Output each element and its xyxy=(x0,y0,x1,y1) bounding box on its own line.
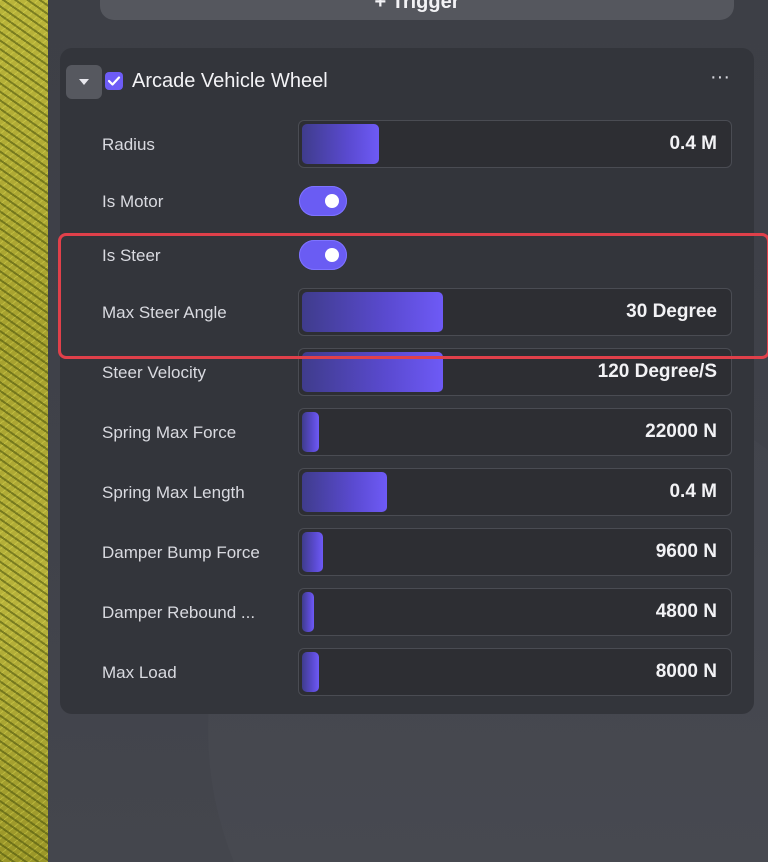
max-load-slider[interactable]: 8000 N xyxy=(298,648,732,696)
slider-value: 4800 N xyxy=(655,601,717,622)
inspector-panel: + Trigger Arcade Vehicle Wheel ··· Radiu… xyxy=(48,0,768,862)
is-motor-toggle[interactable] xyxy=(299,186,347,216)
property-label-damper-bump-force: Damper Bump Force xyxy=(102,543,260,562)
scene-viewport-grass xyxy=(0,0,48,862)
property-label-steer-velocity: Steer Velocity xyxy=(102,363,206,382)
slider-value: 0.4 M xyxy=(669,481,717,502)
slider-fill xyxy=(302,592,314,632)
radius-slider[interactable]: 0.4 M xyxy=(298,120,732,168)
add-trigger-button[interactable]: + Trigger xyxy=(100,0,734,20)
property-label-spring-max-force: Spring Max Force xyxy=(102,423,237,442)
property-label-radius: Radius xyxy=(102,135,155,154)
slider-fill xyxy=(302,412,319,452)
property-label-spring-max-length: Spring Max Length xyxy=(102,483,245,502)
slider-fill xyxy=(302,532,323,572)
more-options-icon[interactable]: ··· xyxy=(706,67,734,90)
slider-value: 9600 N xyxy=(655,541,717,562)
spring-max-length-slider[interactable]: 0.4 M xyxy=(298,468,732,516)
component-title: Arcade Vehicle Wheel xyxy=(132,70,328,92)
slider-value: 22000 N xyxy=(645,421,717,442)
slider-fill xyxy=(302,652,319,692)
checkmark-icon xyxy=(107,76,121,86)
property-label-max-load: Max Load xyxy=(102,663,177,682)
damper-bump-force-slider[interactable]: 9600 N xyxy=(298,528,732,576)
slider-value: 0.4 M xyxy=(669,133,717,154)
spring-max-force-slider[interactable]: 22000 N xyxy=(298,408,732,456)
highlight-box xyxy=(58,233,768,359)
damper-rebound-slider[interactable]: 4800 N xyxy=(298,588,732,636)
slider-fill xyxy=(302,124,379,164)
slider-fill xyxy=(302,472,387,512)
slider-value: 8000 N xyxy=(655,661,717,682)
property-label-damper-rebound: Damper Rebound ... xyxy=(102,603,256,622)
toggle-knob xyxy=(325,194,339,208)
component-enabled-checkbox[interactable] xyxy=(105,72,123,90)
property-label-is-motor: Is Motor xyxy=(102,192,164,211)
collapse-toggle-button[interactable] xyxy=(66,65,102,99)
